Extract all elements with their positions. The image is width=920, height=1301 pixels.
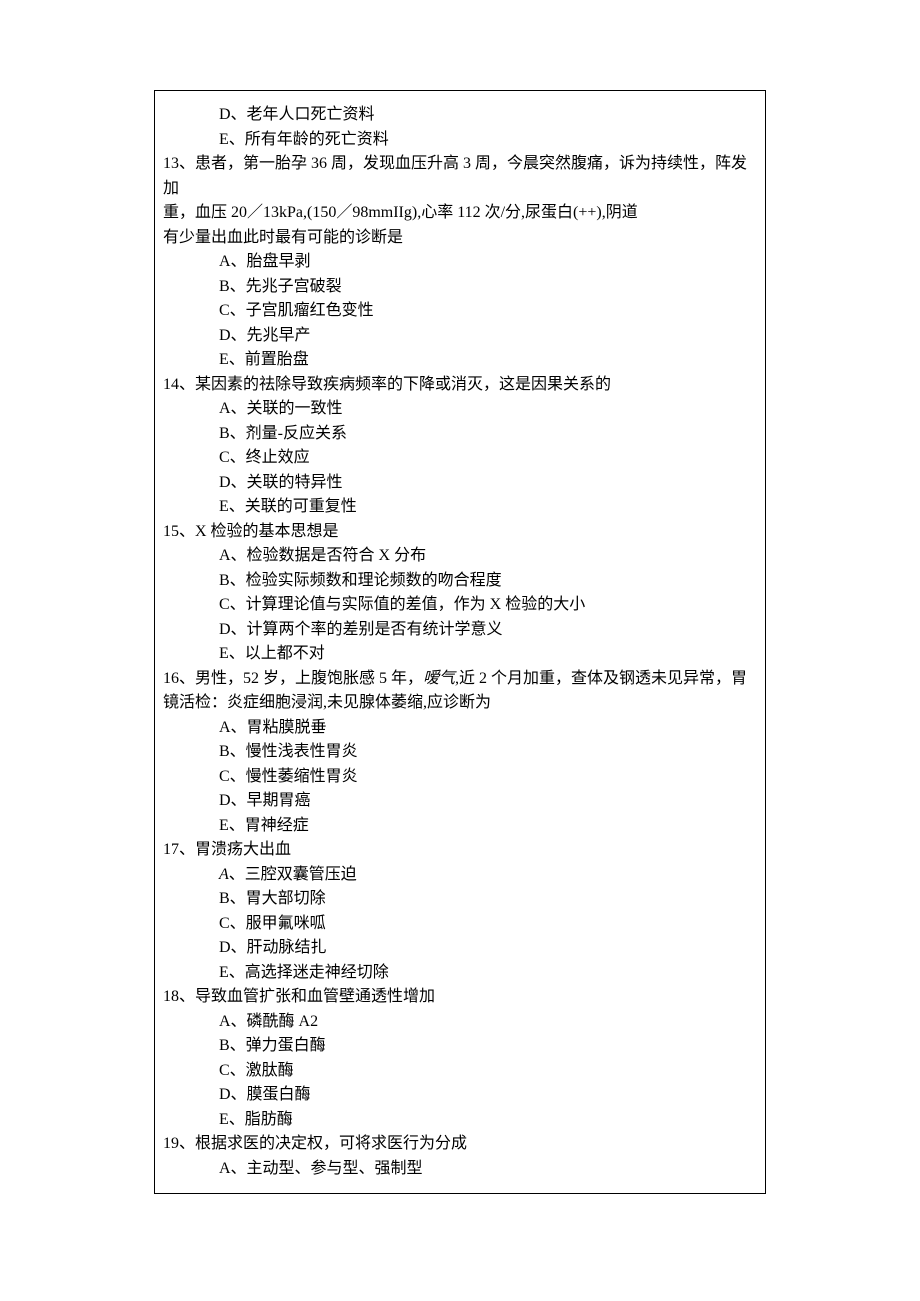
question-18-option: A、磷酰酶 A2 <box>163 1010 757 1035</box>
question-14-stem: 14、某因素的祛除导致疾病频率的下降或消灭，这是因果关系的 <box>163 373 757 398</box>
question-16-stem: 镜活检：炎症细胞浸润,未见腺体萎缩,应诊断为 <box>163 691 757 716</box>
page: D、老年人口死亡资料 E、所有年龄的死亡资料 13、患者，第一胎孕 36 周，发… <box>0 0 920 1294</box>
question-14-option: B、剂量-反应关系 <box>163 422 757 447</box>
question-17-option: D、肝动脉结扎 <box>163 936 757 961</box>
question-16-option: A、胃粘膜脱垂 <box>163 716 757 741</box>
question-16-option: C、慢性萎缩性胃炎 <box>163 765 757 790</box>
question-18-option: D、膜蛋白酶 <box>163 1083 757 1108</box>
question-19-option: A、主动型、参与型、强制型 <box>163 1157 757 1182</box>
text: 16、男性，52 岁，上腹饱胀感 5 年， <box>163 670 423 687</box>
italic-text: 嗳气, <box>423 670 459 687</box>
question-17-stem: 17、胃溃疡大出血 <box>163 838 757 863</box>
question-13-stem: 有少量出血此时最有可能的诊断是 <box>163 226 757 251</box>
question-15-option: D、计算两个率的差别是否有统计学意义 <box>163 618 757 643</box>
question-15-option: A、检验数据是否符合 X 分布 <box>163 544 757 569</box>
question-17-option: B、胃大部切除 <box>163 887 757 912</box>
question-13-option: A、胎盘早剥 <box>163 250 757 275</box>
question-13-stem: 13、患者，第一胎孕 36 周，发现血压升高 3 周，今晨突然腹痛，诉为持续性，… <box>163 152 757 201</box>
question-16-option: D、早期胃癌 <box>163 789 757 814</box>
text: 、三腔双囊管压迫 <box>229 866 357 883</box>
content-box: D、老年人口死亡资料 E、所有年龄的死亡资料 13、患者，第一胎孕 36 周，发… <box>154 90 766 1194</box>
question-18-option: E、脂肪酶 <box>163 1108 757 1133</box>
question-18-option: C、激肽酶 <box>163 1059 757 1084</box>
question-14-option: C、终止效应 <box>163 446 757 471</box>
question-13-option: C、子宫肌瘤红色变性 <box>163 299 757 324</box>
question-14-option: D、关联的特异性 <box>163 471 757 496</box>
question-16-option: E、胃神经症 <box>163 814 757 839</box>
question-14-option: A、关联的一致性 <box>163 397 757 422</box>
orphan-option: E、所有年龄的死亡资料 <box>163 128 757 153</box>
question-15-option: E、以上都不对 <box>163 642 757 667</box>
question-16-option: B、慢性浅表性胃炎 <box>163 740 757 765</box>
orphan-option: D、老年人口死亡资料 <box>163 103 757 128</box>
question-15-stem: 15、X 检验的基本思想是 <box>163 520 757 545</box>
question-17-option: C、服甲氟咪呱 <box>163 912 757 937</box>
italic-label: A <box>219 866 229 883</box>
question-17-option: A、三腔双囊管压迫 <box>163 863 757 888</box>
question-13-option: E、前置胎盘 <box>163 348 757 373</box>
question-16-stem: 16、男性，52 岁，上腹饱胀感 5 年，嗳气,近 2 个月加重，查体及钢透未见… <box>163 667 757 692</box>
question-19-stem: 19、根据求医的决定权，可将求医行为分成 <box>163 1132 757 1157</box>
question-18-stem: 18、导致血管扩张和血管壁通透性增加 <box>163 985 757 1010</box>
text: 近 2 个月加重，查体及钢透未见异常，胃 <box>459 670 747 687</box>
question-15-option: B、检验实际频数和理论频数的吻合程度 <box>163 569 757 594</box>
question-13-stem: 重，血压 20／13kPa,(150／98mmIIg),心率 112 次/分,尿… <box>163 201 757 226</box>
question-14-option: E、关联的可重复性 <box>163 495 757 520</box>
question-13-option: D、先兆早产 <box>163 324 757 349</box>
question-17-option: E、高选择迷走神经切除 <box>163 961 757 986</box>
question-15-option: C、计算理论值与实际值的差值，作为 X 检验的大小 <box>163 593 757 618</box>
question-18-option: B、弹力蛋白酶 <box>163 1034 757 1059</box>
question-13-option: B、先兆子宫破裂 <box>163 275 757 300</box>
